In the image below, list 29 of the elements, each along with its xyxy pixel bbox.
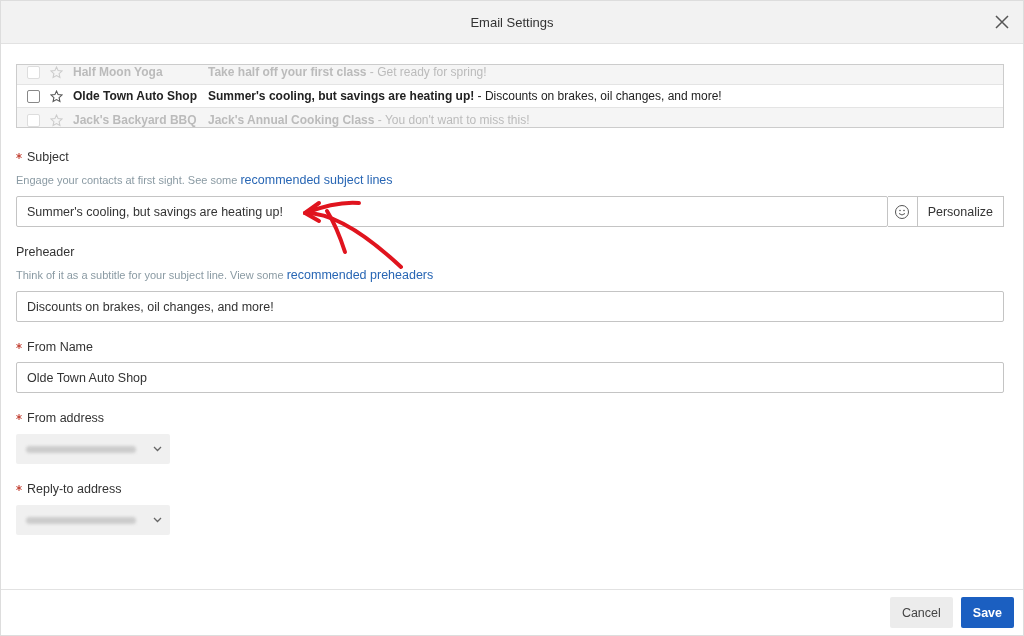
field-label: From address [27,411,105,425]
hint-link[interactable]: recommended preheaders [286,268,434,282]
personalize-button[interactable]: Personalize [917,196,1004,227]
text-field[interactable]: Olde Town Auto Shop [16,362,1004,393]
text-field[interactable]: Summer's cooling, but savings are heating up! [16,196,888,227]
chevron-down-icon [153,446,162,452]
sender-name: Jack's Backyard BBQ [73,113,198,127]
text-field[interactable]: Discounts on brakes, oil changes, and more! [16,291,1004,322]
cancel-button[interactable]: Cancel [889,597,953,628]
hint-link[interactable]: recommended subject lines [240,173,393,187]
smiley-icon [894,203,911,220]
email-subject-line: Summer's cooling, but savings are heating up! - Discounts on brakes, oil changes, and more! [208,89,722,103]
sender-name: Olde Town Auto Shop [73,89,198,103]
hint-text: Think of it as a subtitle for your subject line. View some [16,269,284,281]
field-label: Reply-to address [27,482,122,496]
checkbox[interactable] [27,89,40,103]
address-dropdown[interactable] [16,434,170,464]
dialog-title: Email Settings [470,14,554,30]
field-label: Subject [27,150,69,164]
address-dropdown[interactable] [16,505,170,535]
email-subject-line: Take half off your first class - Get ready for spring! [208,65,487,79]
field-label: Preheader [16,245,75,259]
field-label: From Name [27,340,93,354]
emoji-button[interactable] [887,196,918,227]
chevron-down-icon [153,517,162,523]
star-icon[interactable] [50,89,63,103]
save-button[interactable]: Save [960,597,1014,628]
sender-name: Half Moon Yoga [73,65,164,79]
hint-text: Engage your contacts at first sight. See some [16,174,238,186]
